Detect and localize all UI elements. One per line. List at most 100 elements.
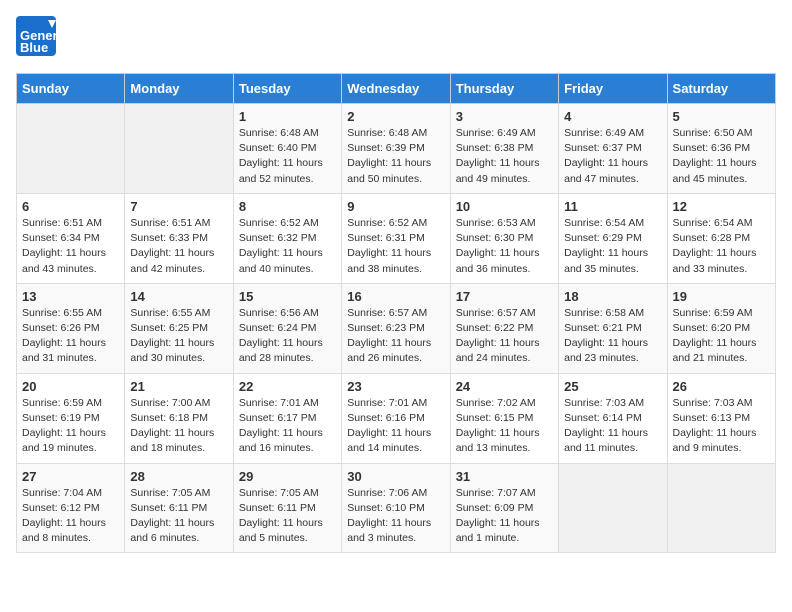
calendar-cell: 23Sunrise: 7:01 AMSunset: 6:16 PMDayligh… [342,373,450,463]
day-info: Sunrise: 7:03 AMSunset: 6:14 PMDaylight:… [564,396,661,457]
col-header-thursday: Thursday [450,74,558,104]
day-number: 21 [130,379,227,394]
calendar-cell: 25 Sunrise: 7:03 AMSunset: 6:14 PMDayligh… [559,373,667,463]
calendar-week-5: 27 Sunrise: 7:04 AMSunset: 6:12 PMDayligh… [17,463,776,553]
calendar-cell: 18 Sunrise: 6:58 AMSunset: 6:21 PMDayligh… [559,283,667,373]
calendar-cell: 28Sunrise: 7:05 AMSunset: 6:11 PMDayligh… [125,463,233,553]
calendar-cell [17,104,125,194]
day-info: Sunrise: 6:50 AMSunset: 6:36 PMDaylight:… [673,126,770,187]
page-header: General Blue [16,16,776,61]
day-number: 11 [564,199,661,214]
logo-icon: General Blue [16,16,56,56]
calendar-week-1: 1Sunrise: 6:48 AMSunset: 6:40 PMDaylight… [17,104,776,194]
day-number: 29 [239,469,336,484]
svg-text:Blue: Blue [20,40,48,55]
day-number: 18 [564,289,661,304]
day-number: 16 [347,289,444,304]
day-number: 9 [347,199,444,214]
day-number: 5 [673,109,770,124]
day-info: Sunrise: 6:52 AMSunset: 6:31 PMDaylight:… [347,216,444,277]
col-header-sunday: Sunday [17,74,125,104]
calendar-cell [559,463,667,553]
day-info: Sunrise: 7:01 AMSunset: 6:17 PMDaylight:… [239,396,336,457]
logo: General Blue [16,16,64,61]
day-info: Sunrise: 7:07 AMSunset: 6:09 PMDaylight:… [456,486,553,547]
day-info: Sunrise: 6:54 AMSunset: 6:29 PMDaylight:… [564,216,661,277]
day-number: 26 [673,379,770,394]
day-number: 13 [22,289,119,304]
calendar-cell: 11 Sunrise: 6:54 AMSunset: 6:29 PMDayligh… [559,193,667,283]
calendar-cell: 14 Sunrise: 6:55 AMSunset: 6:25 PMDayligh… [125,283,233,373]
day-number: 24 [456,379,553,394]
calendar-cell: 31Sunrise: 7:07 AMSunset: 6:09 PMDayligh… [450,463,558,553]
day-info: Sunrise: 6:59 AMSunset: 6:19 PMDaylight:… [22,396,119,457]
day-number: 25 [564,379,661,394]
day-info: Sunrise: 6:59 AMSunset: 6:20 PMDaylight:… [673,306,770,367]
day-number: 8 [239,199,336,214]
day-number: 6 [22,199,119,214]
calendar-cell: 12Sunrise: 6:54 AMSunset: 6:28 PMDayligh… [667,193,775,283]
day-info: Sunrise: 6:58 AMSunset: 6:21 PMDaylight:… [564,306,661,367]
calendar-cell: 3Sunrise: 6:49 AMSunset: 6:38 PMDaylight… [450,104,558,194]
day-info: Sunrise: 6:48 AMSunset: 6:39 PMDaylight:… [347,126,444,187]
day-number: 1 [239,109,336,124]
calendar-cell: 24 Sunrise: 7:02 AMSunset: 6:15 PMDayligh… [450,373,558,463]
calendar-table: SundayMondayTuesdayWednesdayThursdayFrid… [16,73,776,553]
calendar-cell: 4 Sunrise: 6:49 AMSunset: 6:37 PMDaylight… [559,104,667,194]
day-number: 7 [130,199,227,214]
day-info: Sunrise: 6:52 AMSunset: 6:32 PMDaylight:… [239,216,336,277]
day-info: Sunrise: 6:55 AMSunset: 6:26 PMDaylight:… [22,306,119,367]
calendar-cell: 9 Sunrise: 6:52 AMSunset: 6:31 PMDaylight… [342,193,450,283]
day-number: 3 [456,109,553,124]
calendar-cell: 8 Sunrise: 6:52 AMSunset: 6:32 PMDaylight… [233,193,341,283]
day-number: 22 [239,379,336,394]
calendar-cell: 2 Sunrise: 6:48 AMSunset: 6:39 PMDaylight… [342,104,450,194]
col-header-tuesday: Tuesday [233,74,341,104]
day-info: Sunrise: 6:55 AMSunset: 6:25 PMDaylight:… [130,306,227,367]
day-number: 4 [564,109,661,124]
calendar-cell: 1Sunrise: 6:48 AMSunset: 6:40 PMDaylight… [233,104,341,194]
calendar-cell: 13 Sunrise: 6:55 AMSunset: 6:26 PMDayligh… [17,283,125,373]
day-info: Sunrise: 7:02 AMSunset: 6:15 PMDaylight:… [456,396,553,457]
calendar-cell: 19 Sunrise: 6:59 AMSunset: 6:20 PMDayligh… [667,283,775,373]
calendar-cell: 20Sunrise: 6:59 AMSunset: 6:19 PMDayligh… [17,373,125,463]
calendar-cell: 21 Sunrise: 7:00 AMSunset: 6:18 PMDayligh… [125,373,233,463]
day-number: 27 [22,469,119,484]
day-number: 19 [673,289,770,304]
day-number: 17 [456,289,553,304]
day-number: 2 [347,109,444,124]
calendar-cell: 17Sunrise: 6:57 AMSunset: 6:22 PMDayligh… [450,283,558,373]
day-info: Sunrise: 6:51 AMSunset: 6:33 PMDaylight:… [130,216,227,277]
calendar-cell: 16 Sunrise: 6:57 AMSunset: 6:23 PMDayligh… [342,283,450,373]
col-header-friday: Friday [559,74,667,104]
calendar-cell: 30 Sunrise: 7:06 AMSunset: 6:10 PMDayligh… [342,463,450,553]
calendar-cell: 10 Sunrise: 6:53 AMSunset: 6:30 PMDayligh… [450,193,558,283]
day-info: Sunrise: 7:00 AMSunset: 6:18 PMDaylight:… [130,396,227,457]
calendar-cell: 26 Sunrise: 7:03 AMSunset: 6:13 PMDayligh… [667,373,775,463]
day-info: Sunrise: 6:51 AMSunset: 6:34 PMDaylight:… [22,216,119,277]
col-header-monday: Monday [125,74,233,104]
day-info: Sunrise: 6:57 AMSunset: 6:23 PMDaylight:… [347,306,444,367]
day-info: Sunrise: 7:04 AMSunset: 6:12 PMDaylight:… [22,486,119,547]
calendar-cell: 22 Sunrise: 7:01 AMSunset: 6:17 PMDayligh… [233,373,341,463]
calendar-week-2: 6 Sunrise: 6:51 AMSunset: 6:34 PMDaylight… [17,193,776,283]
calendar-week-3: 13 Sunrise: 6:55 AMSunset: 6:26 PMDayligh… [17,283,776,373]
day-info: Sunrise: 7:05 AMSunset: 6:11 PMDaylight:… [239,486,336,547]
day-number: 30 [347,469,444,484]
day-info: Sunrise: 6:56 AMSunset: 6:24 PMDaylight:… [239,306,336,367]
calendar-week-4: 20Sunrise: 6:59 AMSunset: 6:19 PMDayligh… [17,373,776,463]
day-info: Sunrise: 6:49 AMSunset: 6:37 PMDaylight:… [564,126,661,187]
day-number: 10 [456,199,553,214]
day-info: Sunrise: 6:53 AMSunset: 6:30 PMDaylight:… [456,216,553,277]
calendar-header: SundayMondayTuesdayWednesdayThursdayFrid… [17,74,776,104]
day-info: Sunrise: 7:03 AMSunset: 6:13 PMDaylight:… [673,396,770,457]
calendar-cell [125,104,233,194]
day-info: Sunrise: 7:01 AMSunset: 6:16 PMDaylight:… [347,396,444,457]
day-number: 28 [130,469,227,484]
calendar-cell [667,463,775,553]
day-number: 12 [673,199,770,214]
day-info: Sunrise: 7:06 AMSunset: 6:10 PMDaylight:… [347,486,444,547]
col-header-saturday: Saturday [667,74,775,104]
day-number: 15 [239,289,336,304]
day-number: 14 [130,289,227,304]
